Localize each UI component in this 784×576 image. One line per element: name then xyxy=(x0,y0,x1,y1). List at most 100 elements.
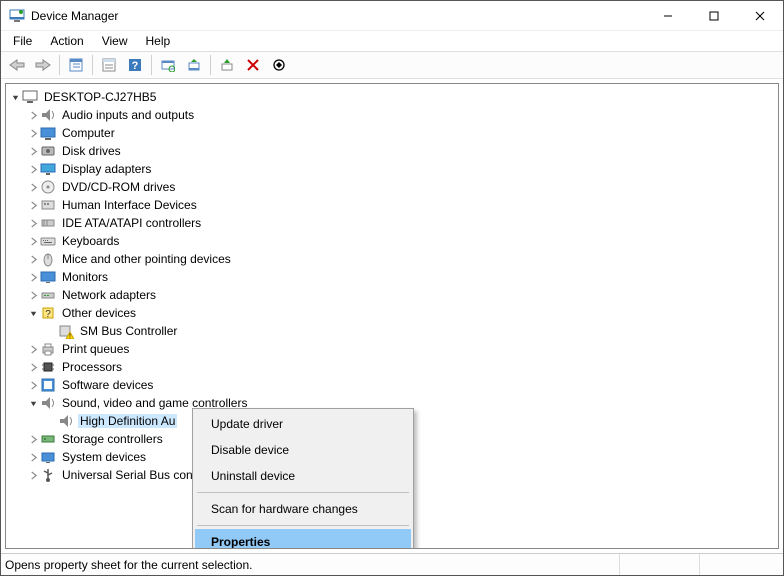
chevron-down-icon[interactable] xyxy=(26,399,40,408)
scan-hardware-button[interactable] xyxy=(156,54,180,76)
ctx-update-driver[interactable]: Update driver xyxy=(195,411,411,437)
forward-button[interactable] xyxy=(31,54,55,76)
properties-button[interactable] xyxy=(97,54,121,76)
printer-icon xyxy=(40,341,56,357)
statusbar: Opens property sheet for the current sel… xyxy=(1,553,783,575)
dvd-icon xyxy=(40,179,56,195)
tree-root[interactable]: DESKTOP-CJ27HB5 xyxy=(8,88,776,106)
keyboard-icon xyxy=(40,233,56,249)
chevron-right-icon[interactable] xyxy=(26,471,40,480)
tree-item[interactable]: Software devices xyxy=(26,376,776,394)
chevron-right-icon[interactable] xyxy=(26,291,40,300)
tree-item[interactable]: Display adapters xyxy=(26,160,776,178)
chevron-right-icon[interactable] xyxy=(26,183,40,192)
tree-item[interactable]: Disk drives xyxy=(26,142,776,160)
chevron-right-icon[interactable] xyxy=(26,273,40,282)
window-title: Device Manager xyxy=(31,9,118,23)
chevron-right-icon[interactable] xyxy=(26,147,40,156)
hid-icon xyxy=(40,197,56,213)
back-button[interactable] xyxy=(5,54,29,76)
disable-device-button[interactable] xyxy=(267,54,291,76)
status-text: Opens property sheet for the current sel… xyxy=(5,558,619,572)
toolbar-separator xyxy=(151,55,152,75)
chevron-right-icon[interactable] xyxy=(26,237,40,246)
menubar: File Action View Help xyxy=(1,31,783,51)
tree-item[interactable]: Print queues xyxy=(26,340,776,358)
computer-icon xyxy=(22,89,38,105)
chevron-down-icon[interactable] xyxy=(8,93,22,102)
app-icon xyxy=(9,8,25,24)
context-menu-separator xyxy=(197,492,409,493)
ctx-properties[interactable]: Properties xyxy=(195,529,411,549)
chevron-right-icon[interactable] xyxy=(26,345,40,354)
audio-icon xyxy=(58,413,74,429)
device-tree[interactable]: DESKTOP-CJ27HB5 Audio inputs and outputs… xyxy=(5,83,779,549)
tree-item[interactable]: Monitors xyxy=(26,268,776,286)
tree-item[interactable]: Processors xyxy=(26,358,776,376)
other-icon: ? xyxy=(40,305,56,321)
tree-item[interactable]: Audio inputs and outputs xyxy=(26,106,776,124)
maximize-button[interactable] xyxy=(691,1,737,31)
chevron-right-icon[interactable] xyxy=(26,381,40,390)
toolbar: ? xyxy=(1,51,783,79)
tree-item[interactable]: DVD/CD-ROM drives xyxy=(26,178,776,196)
warning-device-icon: ! xyxy=(58,323,74,339)
tree-item[interactable]: Human Interface Devices xyxy=(26,196,776,214)
toolbar-separator xyxy=(92,55,93,75)
titlebar: Device Manager xyxy=(1,1,783,31)
uninstall-device-button[interactable] xyxy=(241,54,265,76)
chevron-right-icon[interactable] xyxy=(26,129,40,138)
tree-item[interactable]: IDE ATA/ATAPI controllers xyxy=(26,214,776,232)
update-driver-button[interactable] xyxy=(182,54,206,76)
chevron-right-icon[interactable] xyxy=(26,219,40,228)
audio-icon xyxy=(40,395,56,411)
context-menu-separator xyxy=(197,525,409,526)
status-segment xyxy=(699,554,779,575)
chevron-right-icon[interactable] xyxy=(26,201,40,210)
chevron-right-icon[interactable] xyxy=(26,111,40,120)
chevron-right-icon[interactable] xyxy=(26,435,40,444)
minimize-button[interactable] xyxy=(645,1,691,31)
chevron-right-icon[interactable] xyxy=(26,165,40,174)
close-button[interactable] xyxy=(737,1,783,31)
ctx-uninstall-device[interactable]: Uninstall device xyxy=(195,463,411,489)
device-manager-window: Device Manager File Action View Help ? xyxy=(0,0,784,576)
tree-item[interactable]: Network adapters xyxy=(26,286,776,304)
system-icon xyxy=(40,449,56,465)
audio-icon xyxy=(40,107,56,123)
ctx-scan-hardware[interactable]: Scan for hardware changes xyxy=(195,496,411,522)
tree-root-label: DESKTOP-CJ27HB5 xyxy=(42,90,158,104)
svg-text:?: ? xyxy=(132,60,139,72)
chevron-right-icon[interactable] xyxy=(26,255,40,264)
usb-icon xyxy=(40,467,56,483)
ctx-disable-device[interactable]: Disable device xyxy=(195,437,411,463)
chevron-down-icon[interactable] xyxy=(26,309,40,318)
mouse-icon xyxy=(40,251,56,267)
toolbar-separator xyxy=(210,55,211,75)
display-icon xyxy=(40,161,56,177)
menu-action[interactable]: Action xyxy=(42,32,91,50)
context-menu: Update driver Disable device Uninstall d… xyxy=(192,408,414,549)
computer-icon xyxy=(40,125,56,141)
tree-item[interactable]: Keyboards xyxy=(26,232,776,250)
menu-view[interactable]: View xyxy=(94,32,136,50)
svg-text:!: ! xyxy=(69,334,71,340)
tree-item-other-devices[interactable]: ?Other devices xyxy=(26,304,776,322)
ide-icon xyxy=(40,215,56,231)
chevron-right-icon[interactable] xyxy=(26,453,40,462)
monitor-icon xyxy=(40,269,56,285)
help-button[interactable]: ? xyxy=(123,54,147,76)
tree-item[interactable]: Mice and other pointing devices xyxy=(26,250,776,268)
menu-help[interactable]: Help xyxy=(138,32,179,50)
toolbar-separator xyxy=(59,55,60,75)
enable-device-button[interactable] xyxy=(215,54,239,76)
processor-icon xyxy=(40,359,56,375)
tree-item[interactable]: !SM Bus Controller xyxy=(44,322,776,340)
menu-file[interactable]: File xyxy=(5,32,40,50)
show-hide-tree-button[interactable] xyxy=(64,54,88,76)
chevron-right-icon[interactable] xyxy=(26,363,40,372)
svg-text:?: ? xyxy=(45,309,51,320)
tree-item[interactable]: Computer xyxy=(26,124,776,142)
storage-icon xyxy=(40,431,56,447)
status-segment xyxy=(619,554,699,575)
